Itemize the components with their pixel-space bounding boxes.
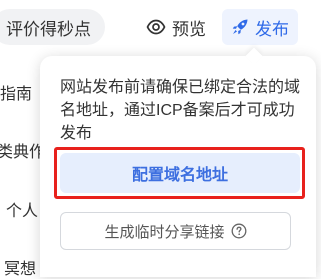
share-link-label: 生成临时分享链接 bbox=[104, 223, 225, 241]
publish-label: 发布 bbox=[255, 19, 289, 39]
popover-message: 网站发布前请确保已绑定合法的域名地址，通过ICP备案后才可成功发布 bbox=[60, 79, 301, 142]
doc-text-line: 类典作 bbox=[0, 144, 46, 161]
doc-text-line: 指南 bbox=[0, 86, 33, 103]
configure-domain-label: 配置域名地址 bbox=[131, 167, 228, 184]
publish-popover: 网站发布前请确保已绑定合法的域名地址，通过ICP备案后才可成功发布 配置域名地址… bbox=[40, 47, 316, 277]
generate-share-link-button[interactable]: 生成临时分享链接 bbox=[60, 212, 291, 250]
publish-button[interactable]: 发布 bbox=[222, 9, 298, 45]
eye-icon bbox=[146, 17, 166, 37]
doc-text-line: 冥想 bbox=[4, 261, 37, 278]
question-circle-icon[interactable] bbox=[231, 223, 247, 239]
configure-domain-button[interactable]: 配置域名地址 bbox=[60, 153, 300, 193]
editor-toolbar: 评价得秒点 预览 发布 bbox=[0, 0, 321, 56]
doc-text-line: 个人 bbox=[6, 203, 39, 220]
toolbar-chip[interactable]: 评价得秒点 bbox=[0, 9, 105, 45]
toolbar-chip-label: 评价得秒点 bbox=[6, 19, 91, 39]
preview-button[interactable]: 预览 bbox=[146, 9, 206, 45]
preview-label: 预览 bbox=[172, 19, 206, 39]
rocket-icon bbox=[231, 18, 249, 36]
